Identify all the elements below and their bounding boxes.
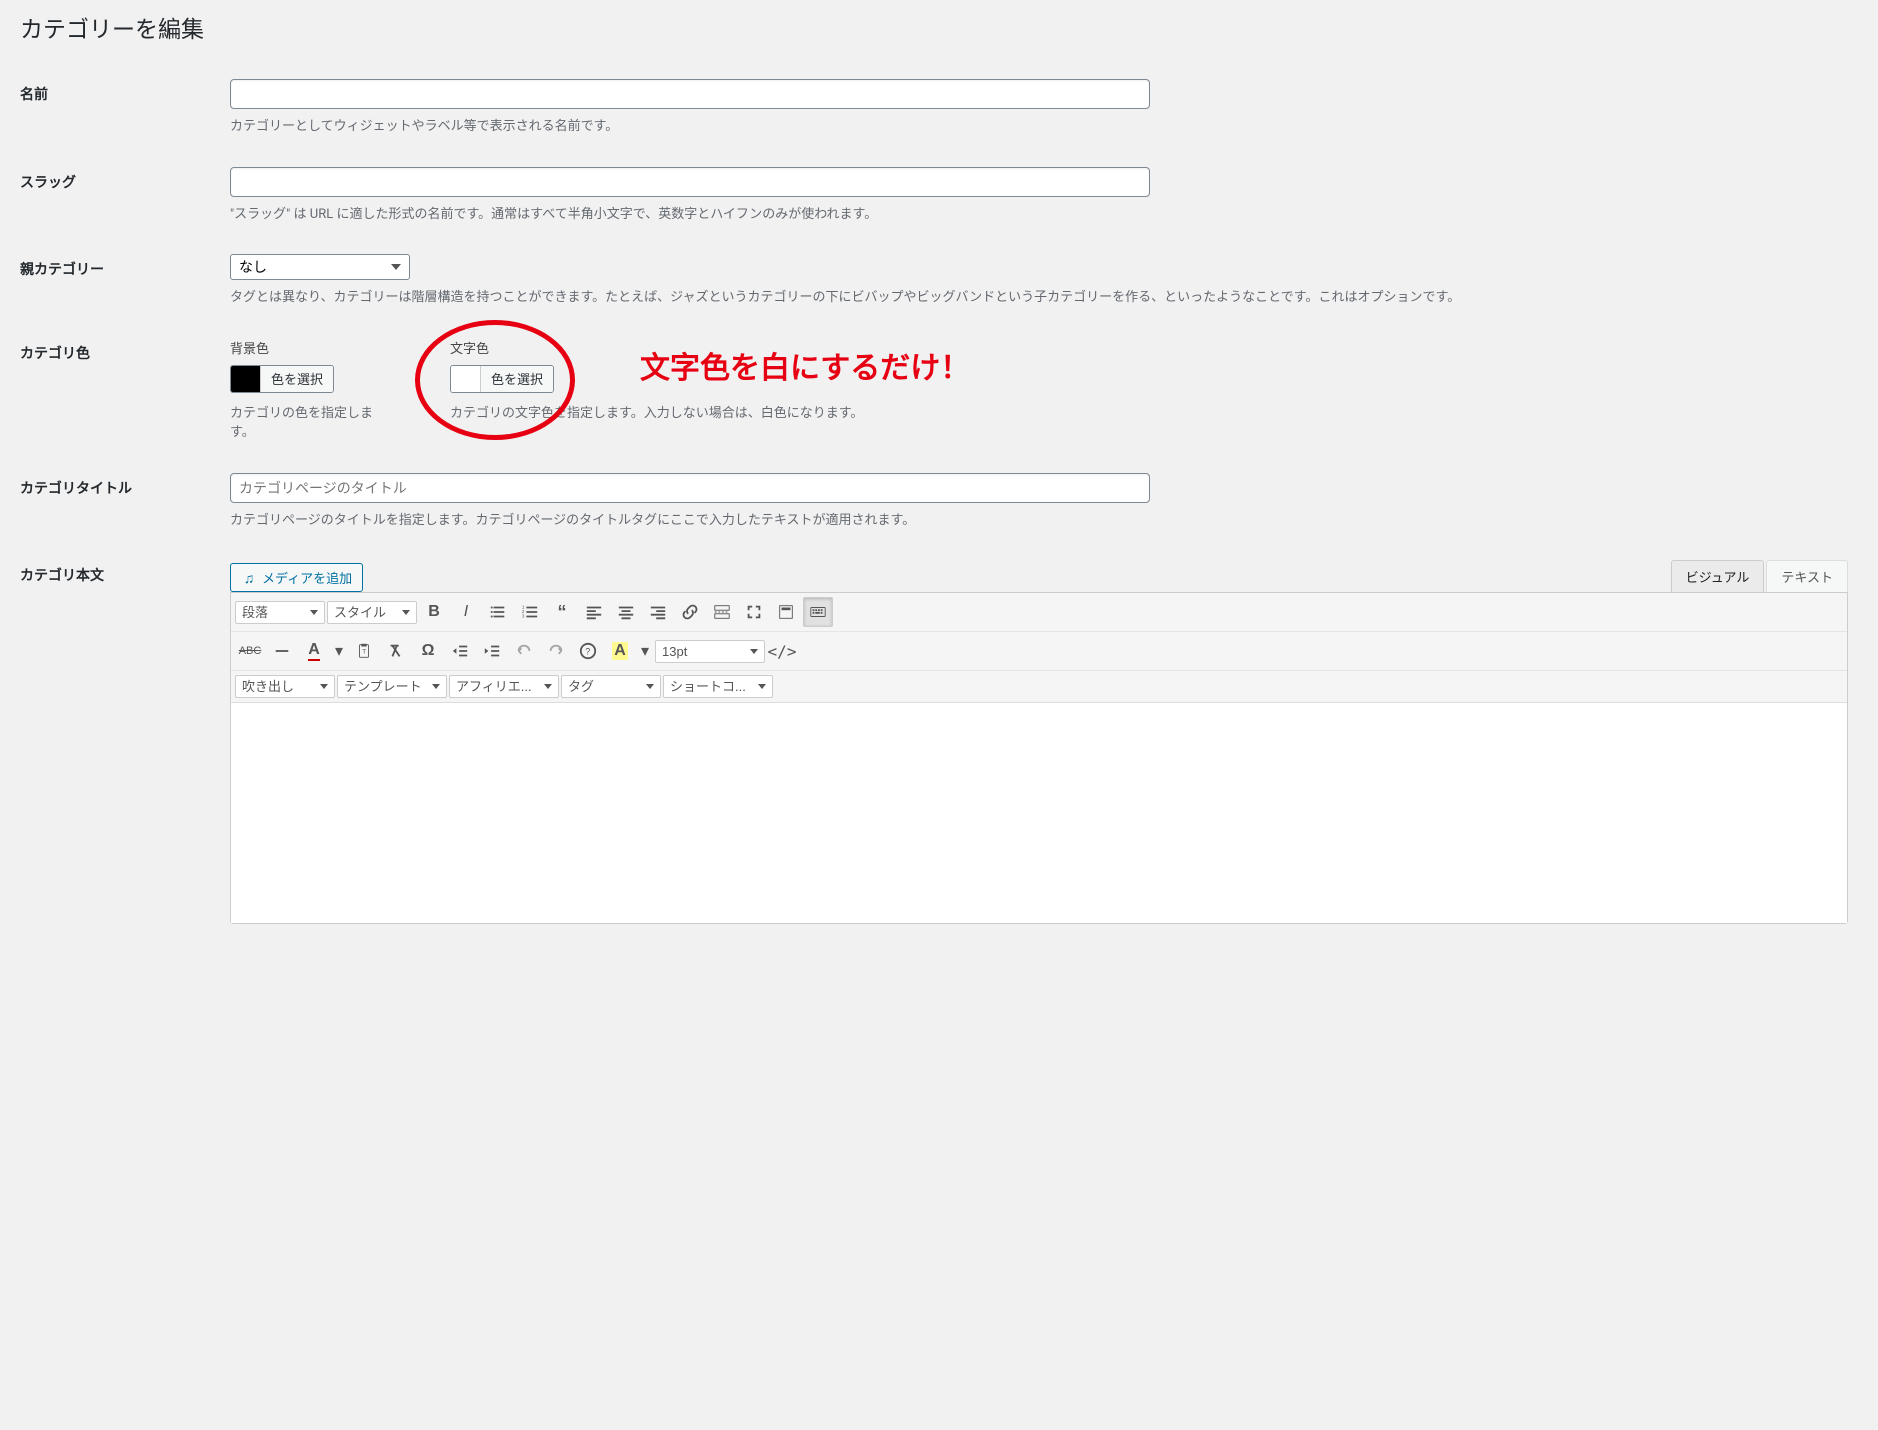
bgcolor-picker[interactable]: 色を選択	[230, 365, 334, 393]
name-input[interactable]	[230, 79, 1150, 109]
slug-desc: "スラッグ" は URL に適した形式の名前です。通常はすべて半角小文字で、英数…	[230, 205, 1848, 225]
text-color-dropdown-button[interactable]: ▾	[331, 636, 347, 666]
template-select[interactable]: テンプレート	[337, 675, 447, 698]
indent-button[interactable]	[477, 636, 507, 666]
format-select[interactable]: 段落	[235, 601, 325, 624]
redo-button[interactable]	[541, 636, 571, 666]
name-desc: カテゴリーとしてウィジェットやラベル等で表示される名前です。	[230, 117, 1848, 137]
slug-label: スラッグ	[20, 175, 76, 191]
cattitle-label: カテゴリタイトル	[20, 481, 132, 497]
textcolor-button[interactable]: 色を選択	[481, 366, 553, 392]
page-title: カテゴリーを編集	[20, 10, 1858, 44]
bold-button[interactable]: B	[419, 597, 449, 627]
cattitle-input[interactable]	[230, 473, 1150, 503]
textcolor-swatch	[451, 366, 481, 392]
bullet-list-button[interactable]	[483, 597, 513, 627]
slug-input[interactable]	[230, 167, 1150, 197]
svg-text:?: ?	[585, 647, 590, 657]
more-tag-button[interactable]	[707, 597, 737, 627]
bg-color-dropdown-button[interactable]: ▾	[637, 636, 653, 666]
horizontal-rule-button[interactable]	[267, 636, 297, 666]
style-select[interactable]: スタイル	[327, 601, 417, 624]
add-media-button[interactable]: メディアを追加	[230, 563, 363, 592]
toolbar-toggle-button[interactable]	[771, 597, 801, 627]
bgcolor-button[interactable]: 色を選択	[261, 366, 333, 392]
paste-text-button[interactable]: T	[349, 636, 379, 666]
bg-color-button[interactable]: A	[605, 636, 635, 666]
bgcolor-desc: カテゴリの色を指定します。	[230, 404, 390, 443]
catbody-label: カテゴリ本文	[20, 568, 104, 584]
numbered-list-button[interactable]: 123	[515, 597, 545, 627]
catcolor-label: カテゴリ色	[20, 346, 90, 362]
textcolor-picker[interactable]: 色を選択	[450, 365, 554, 393]
bgcolor-swatch	[231, 366, 261, 392]
balloon-select[interactable]: 吹き出し	[235, 675, 335, 698]
bgcolor-label: 背景色	[230, 338, 390, 357]
source-code-button[interactable]: </>	[767, 636, 797, 666]
strikethrough-button[interactable]: ABC	[235, 636, 265, 666]
cattitle-desc: カテゴリページのタイトルを指定します。カテゴリページのタイトルタグにここで入力し…	[230, 511, 1848, 531]
tab-text[interactable]: テキスト	[1766, 560, 1848, 592]
parent-label: 親カテゴリー	[20, 262, 104, 278]
align-center-button[interactable]	[611, 597, 641, 627]
fullscreen-button[interactable]	[739, 597, 769, 627]
svg-text:3: 3	[522, 613, 525, 618]
parent-desc: タグとは異なり、カテゴリーは階層構造を持つことができます。たとえば、ジャズという…	[230, 288, 1848, 308]
editor-body[interactable]	[231, 703, 1847, 923]
shortcode-select[interactable]: ショートコ...	[663, 675, 773, 698]
italic-button[interactable]: I	[451, 597, 481, 627]
svg-text:T: T	[362, 649, 366, 656]
textcolor-desc: カテゴリの文字色を指定します。入力しない場合は、白色になります。	[450, 404, 863, 424]
clear-formatting-button[interactable]	[381, 636, 411, 666]
help-button[interactable]: ?	[573, 636, 603, 666]
add-media-label: メディアを追加	[262, 568, 352, 587]
outdent-button[interactable]	[445, 636, 475, 666]
affiliate-select[interactable]: アフィリエ...	[449, 675, 559, 698]
tag-select[interactable]: タグ	[561, 675, 661, 698]
blockquote-button[interactable]: “	[547, 597, 577, 627]
special-char-button[interactable]: Ω	[413, 636, 443, 666]
undo-button[interactable]	[509, 636, 539, 666]
fontsize-select[interactable]: 13pt	[655, 640, 765, 663]
media-icon	[241, 570, 257, 586]
name-label: 名前	[20, 87, 48, 103]
align-right-button[interactable]	[643, 597, 673, 627]
annotation-text: 文字色を白にするだけ！	[640, 343, 970, 387]
tab-visual[interactable]: ビジュアル	[1671, 560, 1765, 592]
keyboard-button[interactable]	[803, 597, 833, 627]
link-button[interactable]	[675, 597, 705, 627]
align-left-button[interactable]	[579, 597, 609, 627]
text-color-button[interactable]: A	[299, 636, 329, 666]
parent-select[interactable]: なし	[230, 254, 410, 280]
